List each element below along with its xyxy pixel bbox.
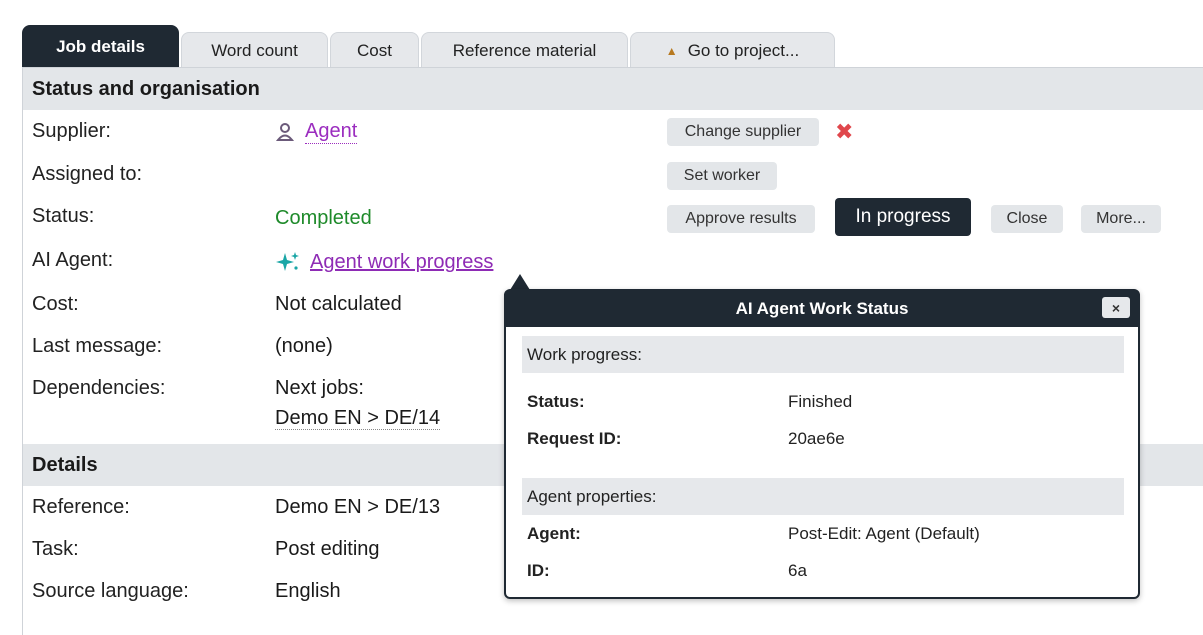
ai-agent-value: Agent work progress	[275, 250, 493, 274]
cost-value: Not calculated	[275, 293, 402, 315]
task-label: Task:	[32, 538, 79, 560]
request-id-value: 20ae6e	[788, 429, 845, 448]
change-supplier-button[interactable]: Change supplier	[667, 118, 819, 146]
popup-status-label: Status:	[527, 392, 585, 411]
agent-value: Post-Edit: Agent (Default)	[788, 524, 980, 543]
reference-label: Reference:	[32, 496, 130, 518]
source-language-value: English	[275, 580, 341, 602]
tab-job-details[interactable]: Job details	[22, 25, 179, 68]
tab-label: Word count	[211, 40, 298, 60]
work-progress-heading: Work progress:	[522, 336, 1124, 373]
set-worker-button[interactable]: Set worker	[667, 162, 777, 190]
popup-title-bar: AI Agent Work Status ×	[506, 291, 1138, 327]
more-button[interactable]: More...	[1081, 205, 1161, 233]
ai-agent-work-status-popup: AI Agent Work Status × Work progress: St…	[504, 289, 1140, 599]
cost-label: Cost:	[32, 293, 79, 315]
agent-id-label: ID:	[527, 561, 550, 580]
status-label: Status:	[32, 205, 95, 227]
dependencies-next-jobs: Next jobs:	[275, 377, 364, 399]
supplier-label: Supplier:	[32, 120, 111, 142]
tab-bar: Job details Word count Cost Reference ma…	[22, 25, 837, 68]
status-value: Completed	[275, 207, 372, 229]
tab-cost[interactable]: Cost	[330, 32, 419, 68]
approve-results-button[interactable]: Approve results	[667, 205, 815, 233]
assigned-to-label: Assigned to:	[32, 163, 143, 185]
tab-go-to-project[interactable]: ▲ Go to project...	[630, 32, 835, 68]
supplier-link[interactable]: Agent	[305, 120, 358, 144]
sparkle-icon	[276, 252, 299, 271]
section-header-status: Status and organisation	[23, 68, 1203, 110]
tab-label: Cost	[357, 40, 392, 60]
dependencies-label: Dependencies:	[32, 377, 166, 399]
task-value: Post editing	[275, 538, 380, 560]
agent-work-progress-link[interactable]: Agent work progress	[310, 251, 493, 274]
remove-supplier-icon[interactable]: ✖	[835, 119, 853, 145]
last-message-label: Last message:	[32, 335, 163, 357]
supplier-value: Agent	[275, 120, 358, 144]
tab-label: Job details	[56, 37, 145, 56]
tab-label: Go to project...	[687, 40, 800, 60]
tab-word-count[interactable]: Word count	[181, 32, 328, 68]
in-progress-button[interactable]: In progress	[835, 198, 971, 236]
agent-properties-heading: Agent properties:	[522, 478, 1124, 515]
user-icon	[275, 123, 295, 141]
tab-reference-material[interactable]: Reference material	[421, 32, 628, 68]
ai-agent-label: AI Agent:	[32, 249, 114, 271]
popup-pointer	[510, 274, 530, 290]
reference-value: Demo EN > DE/13	[275, 496, 441, 518]
popup-status-value: Finished	[788, 392, 853, 411]
popup-title: AI Agent Work Status	[735, 299, 909, 318]
tab-label: Reference material	[452, 40, 597, 60]
close-job-button[interactable]: Close	[991, 205, 1063, 233]
agent-label: Agent:	[527, 524, 581, 543]
close-icon[interactable]: ×	[1102, 297, 1130, 318]
agent-id-value: 6a	[788, 561, 807, 580]
last-message-value: (none)	[275, 335, 333, 357]
request-id-label: Request ID:	[527, 429, 622, 448]
dependencies-value: Demo EN > DE/14	[275, 407, 441, 430]
source-language-label: Source language:	[32, 580, 189, 602]
next-job-link[interactable]: Demo EN > DE/14	[275, 407, 441, 430]
up-arrow-icon: ▲	[665, 43, 678, 58]
